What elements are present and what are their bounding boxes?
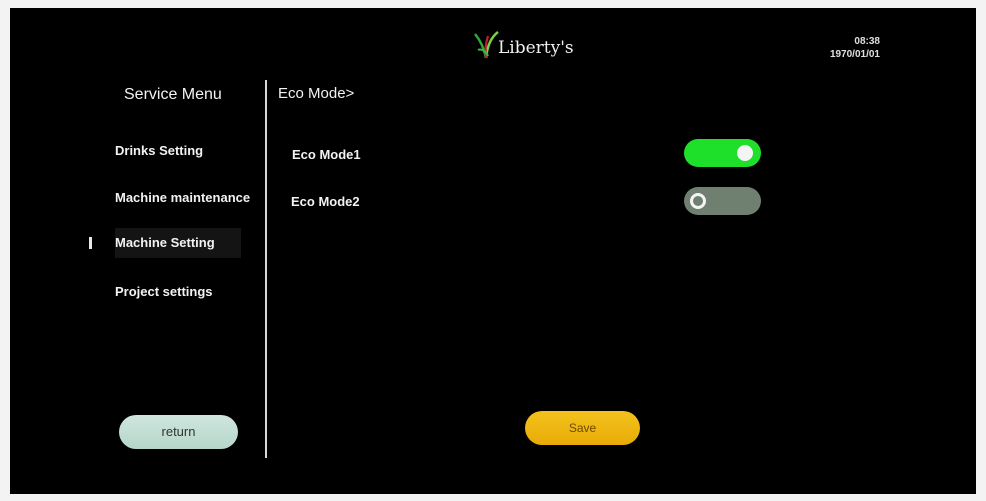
sidebar-item-machine-setting[interactable]: Machine Setting xyxy=(115,228,241,258)
sidebar-title: Service Menu xyxy=(124,86,222,103)
app-screen: Liberty's 08:38 1970/01/01 Service Menu … xyxy=(10,8,976,494)
eco-mode1-toggle[interactable] xyxy=(684,139,761,167)
toggle-knob xyxy=(737,145,753,161)
save-button[interactable]: Save xyxy=(525,411,640,445)
clock-time: 08:38 xyxy=(854,36,880,47)
clock: 08:38 1970/01/01 xyxy=(830,35,880,61)
clock-date: 1970/01/01 xyxy=(829,49,880,60)
sidebar-item-drinks-setting[interactable]: Drinks Setting xyxy=(115,136,203,166)
eco-mode1-label: Eco Mode1 xyxy=(292,147,361,162)
sidebar-divider xyxy=(265,80,267,458)
sidebar-item-machine-maintenance[interactable]: Machine maintenance xyxy=(115,183,250,213)
eco-mode2-toggle[interactable] xyxy=(684,187,761,215)
return-button[interactable]: return xyxy=(119,415,238,449)
active-indicator xyxy=(89,237,92,249)
breadcrumb: Eco Mode> xyxy=(278,85,355,102)
eco-mode2-label: Eco Mode2 xyxy=(291,194,360,209)
brand-name: Liberty's xyxy=(498,38,574,58)
sidebar-item-project-settings[interactable]: Project settings xyxy=(115,277,213,307)
toggle-knob xyxy=(690,193,706,209)
